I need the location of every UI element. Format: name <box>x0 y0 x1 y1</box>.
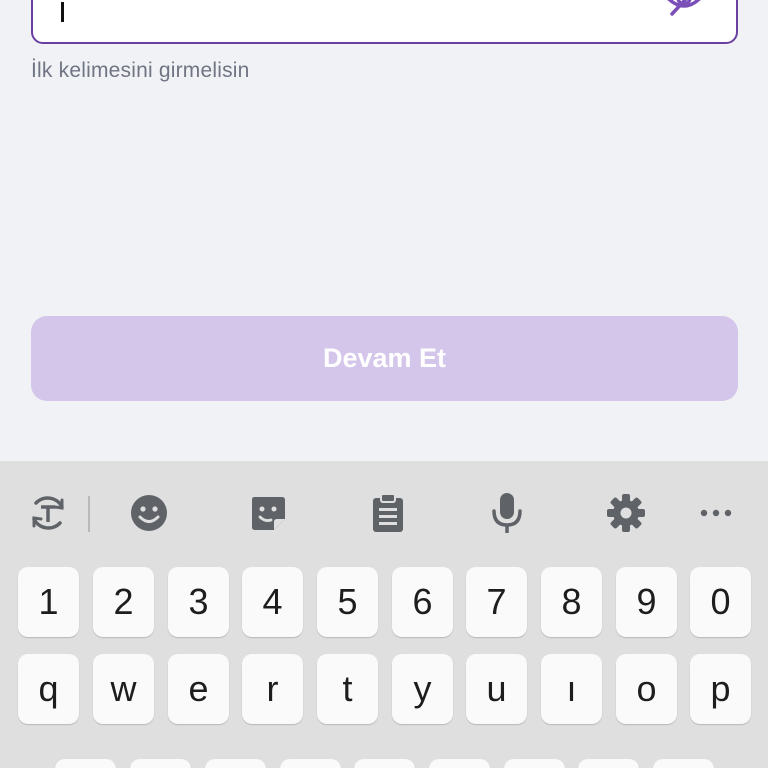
continue-button[interactable]: Devam Et <box>31 316 738 401</box>
key-1[interactable]: 1 <box>18 567 79 637</box>
eye-off-icon[interactable] <box>660 0 708 18</box>
key-dotless-i[interactable]: ı <box>541 654 602 724</box>
key-partial[interactable] <box>653 759 714 768</box>
key-9[interactable]: 9 <box>616 567 677 637</box>
sticker-icon[interactable] <box>246 491 290 535</box>
key-q[interactable]: q <box>18 654 79 724</box>
key-t[interactable]: t <box>317 654 378 724</box>
helper-text: İlk kelimesini girmelisin <box>31 59 250 82</box>
password-input[interactable] <box>31 0 738 44</box>
key-6[interactable]: 6 <box>392 567 453 637</box>
key-7[interactable]: 7 <box>466 567 527 637</box>
key-2[interactable]: 2 <box>93 567 154 637</box>
key-e[interactable]: e <box>168 654 229 724</box>
clipboard-icon[interactable] <box>366 491 410 535</box>
keyboard-toolbar <box>0 461 768 561</box>
key-partial[interactable] <box>578 759 639 768</box>
on-screen-keyboard: 1 2 3 4 5 6 7 8 9 0 q w e r t y u ı o p <box>0 461 768 768</box>
key-3[interactable]: 3 <box>168 567 229 637</box>
key-0[interactable]: 0 <box>690 567 751 637</box>
toolbar-divider <box>88 496 90 532</box>
key-partial[interactable] <box>429 759 490 768</box>
gear-icon[interactable] <box>604 491 648 535</box>
key-w[interactable]: w <box>93 654 154 724</box>
key-partial[interactable] <box>280 759 341 768</box>
emoji-icon[interactable] <box>127 491 171 535</box>
key-o[interactable]: o <box>616 654 677 724</box>
key-r[interactable]: r <box>242 654 303 724</box>
key-u[interactable]: u <box>466 654 527 724</box>
translate-icon[interactable] <box>26 491 70 535</box>
key-p[interactable]: p <box>690 654 751 724</box>
key-4[interactable]: 4 <box>242 567 303 637</box>
key-partial[interactable] <box>55 759 116 768</box>
key-partial[interactable] <box>205 759 266 768</box>
key-partial[interactable] <box>354 759 415 768</box>
key-8[interactable]: 8 <box>541 567 602 637</box>
key-partial[interactable] <box>130 759 191 768</box>
microphone-icon[interactable] <box>485 491 529 535</box>
more-icon[interactable] <box>694 491 738 535</box>
text-caret <box>61 2 64 22</box>
key-5[interactable]: 5 <box>317 567 378 637</box>
key-partial[interactable] <box>504 759 565 768</box>
key-y[interactable]: y <box>392 654 453 724</box>
